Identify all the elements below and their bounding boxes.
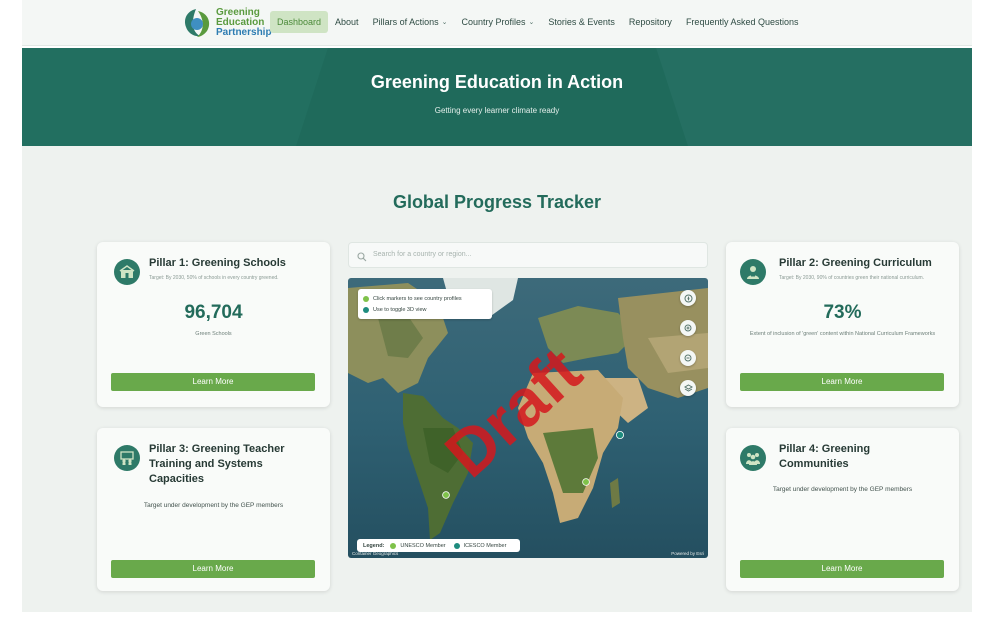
- marker-dot-icon: [363, 295, 369, 302]
- pillar-2-card: Pillar 2: Greening Curriculum Target: By…: [726, 242, 959, 407]
- nav-item-pillars-of-actions[interactable]: Pillars of Actions ⌄: [366, 11, 455, 33]
- community-icon: [740, 445, 766, 471]
- main-content: Global Progress Tracker Pillar 1: Greeni…: [22, 146, 972, 612]
- nav-menu: Dashboard About Pillars of Actions ⌄ Coun…: [270, 11, 806, 33]
- hero-subtitle: Getting every learner climate ready: [434, 106, 560, 115]
- legend-item-unesco: UNESCO Member: [390, 542, 446, 549]
- curriculum-icon: [740, 259, 766, 285]
- school-icon: [114, 259, 140, 285]
- search-input[interactable]: Search for a country or region...: [373, 251, 471, 258]
- world-map[interactable]: Draft Click markers to see country profi…: [348, 278, 708, 558]
- chevron-down-icon: ⌄: [528, 19, 535, 26]
- marker-dot-icon: [363, 306, 369, 313]
- hero-title: Greening Education in Action: [370, 72, 624, 92]
- hero-decor: [656, 48, 972, 146]
- pillar-4-learn-more-button[interactable]: Learn More: [740, 560, 944, 578]
- pillar-2-metric-label: Extent of inclusion of 'green' content w…: [749, 331, 936, 337]
- chevron-down-icon: ⌄: [441, 19, 448, 26]
- teacher-training-icon: [114, 445, 140, 471]
- nav-item-dashboard[interactable]: Dashboard: [270, 11, 329, 33]
- map-info-box: Click markers to see country profiles Us…: [358, 289, 492, 319]
- pillar-4-title: Pillar 4: Greening Communities: [779, 443, 871, 470]
- map-marker[interactable]: [442, 491, 450, 499]
- pillar-3-card: Pillar 3: Greening Teacher Training and …: [97, 428, 330, 591]
- map-controls: [680, 290, 696, 410]
- map-info-row: Click markers to see country profiles: [363, 293, 492, 304]
- nav-item-about[interactable]: About: [328, 11, 366, 33]
- map-info-row: Use to toggle 3D view: [363, 304, 492, 315]
- pillar-1-target: Target: By 2030, 50% of schools in every…: [149, 275, 279, 281]
- pillar-1-metric: 96,704: [184, 302, 243, 323]
- nav-item-stories-events[interactable]: Stories & Events: [541, 11, 622, 33]
- legend-item-icesco: ICESCO Member: [453, 542, 506, 549]
- legend-title: Legend:: [363, 542, 385, 549]
- compass-icon[interactable]: [680, 290, 696, 306]
- pillar-1-card: Pillar 1: Greening Schools Target: By 20…: [97, 242, 330, 407]
- nav-item-faq[interactable]: Frequently Asked Questions: [679, 11, 806, 33]
- map-marker[interactable]: [615, 430, 624, 439]
- map-marker[interactable]: [582, 478, 590, 486]
- pillar-1-metric-label: Green Schools: [195, 331, 232, 337]
- layers-icon[interactable]: [680, 380, 696, 396]
- pillar-2-title: Pillar 2: Greening Curriculum: [779, 257, 932, 269]
- gep-logo-icon: [182, 7, 212, 39]
- logo[interactable]: Greening Education Partnership: [182, 7, 272, 39]
- zoom-in-icon[interactable]: [680, 320, 696, 336]
- pillar-3-note: Target under development by the GEP memb…: [143, 502, 284, 509]
- pillar-1-title: Pillar 1: Greening Schools: [149, 257, 286, 269]
- hero-banner: Greening Education in Action Getting eve…: [22, 48, 972, 146]
- nav-item-country-profiles[interactable]: Country Profiles ⌄: [454, 11, 541, 33]
- legend-dot-icon: [390, 542, 397, 549]
- pillar-3-learn-more-button[interactable]: Learn More: [111, 560, 315, 578]
- map-powered-by: Powered by Esri: [671, 551, 704, 556]
- pillar-2-metric: 73%: [823, 302, 862, 323]
- pillar-2-learn-more-button[interactable]: Learn More: [740, 373, 944, 391]
- page-title: Global Progress Tracker: [392, 192, 602, 212]
- pillar-4-card: Pillar 4: Greening Communities Target un…: [726, 428, 959, 591]
- legend-dot-icon: [453, 542, 460, 549]
- zoom-out-icon[interactable]: [680, 350, 696, 366]
- pillar-2-target: Target: By 2030, 90% of countries green …: [779, 275, 925, 281]
- pillar-4-note: Target under development by the GEP memb…: [772, 486, 913, 493]
- pillar-3-title: Pillar 3: Greening Teacher Training and …: [149, 443, 285, 485]
- map-attribution: Container Geographics: [352, 551, 399, 556]
- pillar-1-learn-more-button[interactable]: Learn More: [111, 373, 315, 391]
- hero-decor: [22, 48, 328, 146]
- search-icon: [357, 249, 367, 267]
- search-bar[interactable]: Search for a country or region...: [348, 242, 708, 268]
- logo-text: Greening Education Partnership: [216, 7, 272, 38]
- top-nav: Greening Education Partnership Dashboard…: [22, 0, 972, 46]
- nav-item-repository[interactable]: Repository: [622, 11, 679, 33]
